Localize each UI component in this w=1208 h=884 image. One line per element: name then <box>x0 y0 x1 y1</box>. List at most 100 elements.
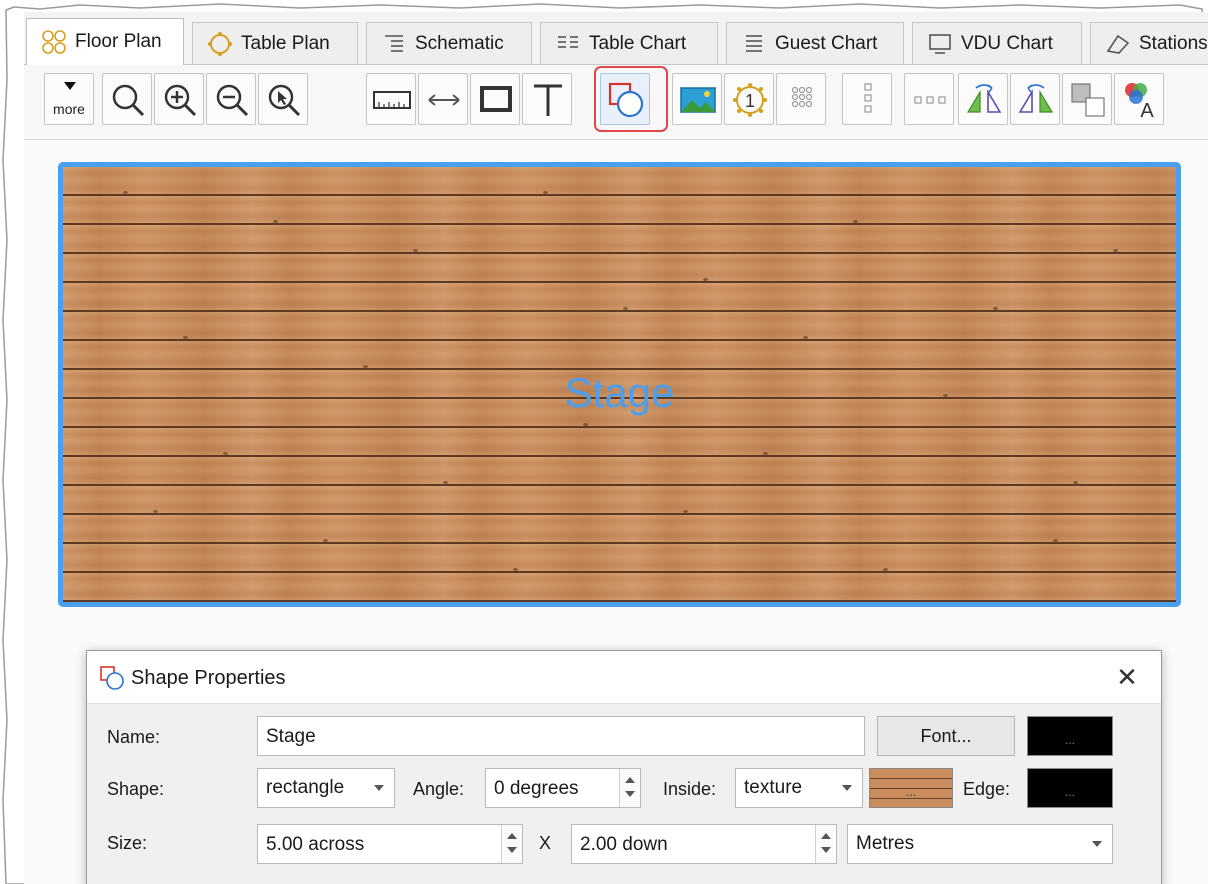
text-icon <box>534 84 562 116</box>
floor-plan-icon <box>42 30 66 54</box>
zoom-out-button[interactable] <box>206 73 256 125</box>
application-window: Floor Plan Table Plan Schematic Table Ch… <box>24 12 1208 884</box>
measure-icon <box>428 94 460 106</box>
image-button[interactable] <box>672 73 722 125</box>
tab-label: Table Chart <box>589 32 687 54</box>
tab-vdu-chart[interactable]: VDU Chart <box>912 22 1082 64</box>
svg-text:A: A <box>1140 100 1154 120</box>
size-down-stepper[interactable]: 2.00 down <box>571 824 837 864</box>
tab-label: Guest Chart <box>775 32 878 54</box>
flip-horizontal-button[interactable] <box>958 73 1008 125</box>
shape-label: Shape: <box>107 779 165 799</box>
tab-floor-plan[interactable]: Floor Plan <box>26 18 184 65</box>
tab-stations[interactable]: Stations <box>1090 22 1208 64</box>
edge-label: Edge: <box>963 779 1011 799</box>
ruler-icon <box>373 91 411 109</box>
shape-properties-dialog: Shape Properties ✕ Name: Stage Font... .… <box>86 650 1162 884</box>
tab-label: Stations <box>1139 32 1208 54</box>
tab-table-chart[interactable]: Table Chart <box>540 22 718 64</box>
tab-table-plan[interactable]: Table Plan <box>192 22 358 64</box>
stage-shape[interactable]: Stage <box>58 162 1181 607</box>
room-button[interactable] <box>470 73 520 125</box>
tab-schematic[interactable]: Schematic <box>366 22 532 64</box>
size-down-value: 2.00 down <box>580 834 668 855</box>
shape-icon <box>100 666 124 690</box>
dialog-body: Name: Stage Font... ... Shape: rectangle… <box>87 703 1161 884</box>
row-icon <box>914 96 946 104</box>
grid-button[interactable] <box>776 73 826 125</box>
color-font-icon: A <box>1125 83 1154 120</box>
dialog-title: Shape Properties <box>131 667 286 689</box>
dialog-title-bar[interactable]: Shape Properties ✕ <box>87 651 1161 703</box>
inside-select-value: texture <box>744 777 803 798</box>
chevron-down-icon <box>1092 841 1102 847</box>
tool-highlight <box>594 66 668 132</box>
tab-label: VDU Chart <box>961 32 1053 54</box>
shape-select-value: rectangle <box>266 777 345 798</box>
angle-spin-buttons[interactable] <box>619 769 640 807</box>
arrange-button[interactable] <box>1062 73 1112 125</box>
size-label: Size: <box>107 833 148 853</box>
units-select-value: Metres <box>856 833 915 854</box>
zoom-select-button[interactable] <box>258 73 308 125</box>
number-button[interactable]: 1 <box>724 73 774 125</box>
stage-label: Stage <box>564 369 675 416</box>
more-button[interactable]: more <box>44 73 94 125</box>
tab-guest-chart[interactable]: Guest Chart <box>726 22 904 64</box>
zoom-out-icon <box>216 84 249 117</box>
schematic-icon <box>385 34 403 52</box>
flip-horizontal-icon <box>966 84 1002 113</box>
across-spin-buttons[interactable] <box>501 825 522 863</box>
svg-text:1: 1 <box>745 91 755 111</box>
table-plan-icon <box>208 31 232 56</box>
zoom-in-button[interactable] <box>154 73 204 125</box>
text-button[interactable] <box>522 73 572 125</box>
edge-color-swatch[interactable]: ... <box>1027 768 1113 808</box>
chevron-down-icon <box>842 785 852 791</box>
floor-plan-canvas[interactable]: Stage Shape Properties ✕ Name: Stage Fon… <box>24 140 1208 884</box>
size-across-stepper[interactable]: 5.00 across <box>257 824 523 864</box>
zoom-select-icon <box>268 84 301 117</box>
name-label: Name: <box>107 727 161 747</box>
font-button[interactable]: Font... <box>877 716 1015 756</box>
tab-bar: Floor Plan Table Plan Schematic Table Ch… <box>24 12 1208 65</box>
down-spin-buttons[interactable] <box>815 825 836 863</box>
toolbar: more 1 A <box>24 65 1208 140</box>
angle-stepper[interactable]: 0 degrees <box>485 768 641 808</box>
flip-vertical-button[interactable] <box>1010 73 1060 125</box>
close-icon[interactable]: ✕ <box>1111 661 1143 693</box>
zoom-fit-button[interactable] <box>102 73 152 125</box>
zoom-fit-icon <box>112 84 145 117</box>
inside-select[interactable]: texture <box>735 768 863 808</box>
room-icon <box>480 86 512 112</box>
color-font-button[interactable]: A <box>1114 73 1164 125</box>
tab-label: Floor Plan <box>75 31 162 52</box>
more-arrow-icon <box>64 82 76 90</box>
table-chart-icon <box>558 35 578 48</box>
shape-select[interactable]: rectangle <box>257 768 395 808</box>
size-x-label: X <box>539 833 552 853</box>
more-label: more <box>53 101 85 117</box>
stations-icon <box>1106 34 1130 54</box>
number-icon: 1 <box>733 83 767 117</box>
ruler-button[interactable] <box>366 73 416 125</box>
vdu-chart-icon <box>929 33 951 54</box>
guest-chart-icon <box>746 34 762 52</box>
arrange-icon <box>1071 83 1105 117</box>
units-select[interactable]: Metres <box>847 824 1113 864</box>
flip-vertical-icon <box>1018 84 1054 113</box>
size-across-value: 5.00 across <box>266 834 365 855</box>
angle-label: Angle: <box>413 779 465 799</box>
font-color-swatch[interactable]: ... <box>1027 716 1113 756</box>
name-field[interactable]: Stage <box>257 716 865 756</box>
inside-texture-swatch[interactable]: ... <box>869 768 953 808</box>
row-button[interactable] <box>904 73 954 125</box>
inside-label: Inside: <box>663 779 717 799</box>
measure-button[interactable] <box>418 73 468 125</box>
tab-label: Schematic <box>415 32 504 54</box>
tab-label: Table Plan <box>241 32 330 54</box>
zoom-in-icon <box>164 84 197 117</box>
column-button[interactable] <box>842 73 892 125</box>
angle-value: 0 degrees <box>494 778 579 799</box>
column-icon <box>864 83 872 113</box>
